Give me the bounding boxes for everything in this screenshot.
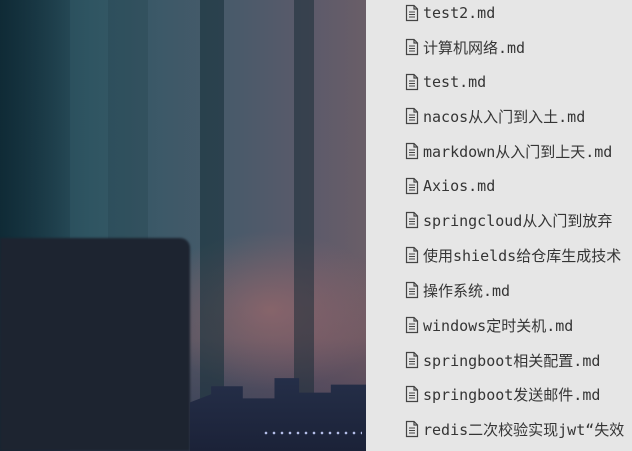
- file-text-icon: [404, 316, 420, 334]
- wallpaper-silhouette: [0, 238, 190, 451]
- file-item[interactable]: windows定时关机.md: [404, 313, 573, 337]
- wallpaper-city-lights: [262, 430, 362, 436]
- file-item[interactable]: test2.md: [404, 1, 495, 25]
- file-text-icon: [404, 385, 420, 403]
- file-item-label: 使用shields给仓库生成技术: [423, 246, 622, 265]
- wallpaper-beam: [200, 0, 224, 451]
- file-text-icon: [404, 142, 420, 160]
- file-item[interactable]: 使用shields给仓库生成技术: [404, 243, 621, 267]
- file-text-icon: [404, 281, 420, 299]
- file-item[interactable]: 操作系统.md: [404, 278, 510, 302]
- file-text-icon: [404, 38, 420, 56]
- file-text-icon: [404, 177, 420, 195]
- file-item-label: 操作系统.md: [423, 281, 511, 300]
- file-item[interactable]: Axios.md: [404, 174, 495, 198]
- file-item-label: test.md: [423, 73, 487, 91]
- file-text-icon: [404, 211, 420, 229]
- file-item-label: springboot相关配置.md: [423, 351, 601, 370]
- file-item[interactable]: nacos从入门到入土.md: [404, 104, 585, 128]
- file-item-label: springboot发送邮件.md: [423, 385, 601, 404]
- file-item-label: 计算机网络.md: [423, 38, 526, 57]
- file-item[interactable]: redis二次校验实现jwt“失效: [404, 417, 624, 441]
- file-text-icon: [404, 4, 420, 22]
- file-item[interactable]: markdown从入门到上天.md: [404, 139, 612, 163]
- file-text-icon: [404, 107, 420, 125]
- file-item[interactable]: springboot发送邮件.md: [404, 382, 600, 406]
- file-item[interactable]: springcloud从入门到放弃: [404, 208, 612, 232]
- file-item[interactable]: springboot相关配置.md: [404, 348, 600, 372]
- file-item[interactable]: 计算机网络.md: [404, 35, 525, 59]
- file-item-label: Axios.md: [423, 177, 496, 195]
- desktop-wallpaper: [0, 0, 366, 451]
- file-tree-sidebar: test2.md 计算机网络.md test.md nacos从入门到入土.md…: [366, 0, 632, 451]
- file-text-icon: [404, 73, 420, 91]
- file-item-label: springcloud从入门到放弃: [423, 211, 613, 230]
- file-item-label: redis二次校验实现jwt“失效: [423, 420, 625, 439]
- file-item-label: windows定时关机.md: [423, 316, 574, 335]
- file-text-icon: [404, 351, 420, 369]
- file-item[interactable]: test.md: [404, 70, 486, 94]
- file-item-label: test2.md: [423, 4, 496, 22]
- file-text-icon: [404, 420, 420, 438]
- file-item-label: nacos从入门到入土.md: [423, 107, 586, 126]
- file-text-icon: [404, 246, 420, 264]
- file-item-label: markdown从入门到上天.md: [423, 142, 613, 161]
